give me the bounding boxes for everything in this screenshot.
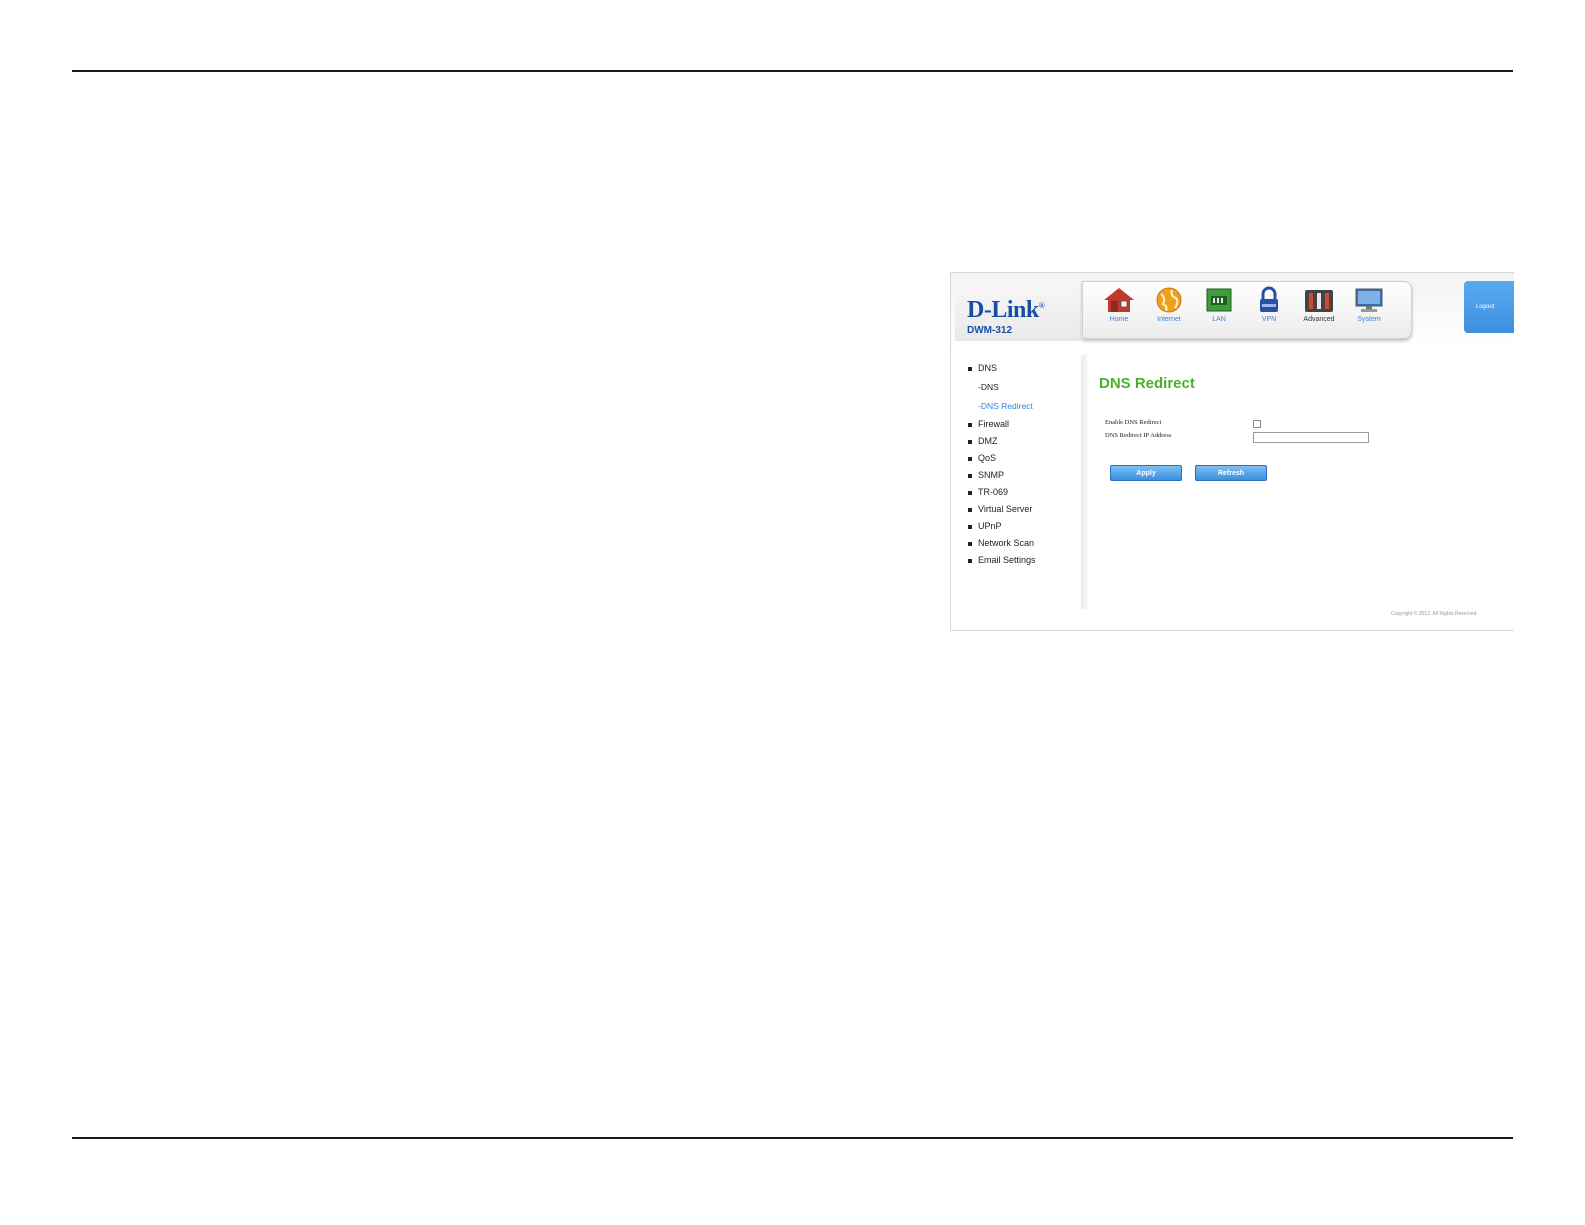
enable-dns-redirect-checkbox[interactable] — [1253, 420, 1261, 428]
enable-dns-redirect-label: Enable DNS Redirect — [1105, 419, 1162, 426]
logout-label: Logout — [1476, 304, 1495, 310]
nav-lan-label: LAN — [1212, 316, 1226, 323]
sidebar-item-firewall[interactable]: Firewall — [968, 419, 1009, 429]
bullet-icon — [968, 473, 972, 478]
sidebar-item-tr069[interactable]: TR-069 — [968, 487, 1008, 497]
copyright-text: Copyright © 2012. All Rights Reserved — [1391, 611, 1477, 617]
tools-icon — [1305, 290, 1333, 312]
globe-icon — [1156, 287, 1182, 313]
main-content: DNS Redirect Enable DNS Redirect DNS Red… — [1081, 353, 1514, 609]
nav-home-label: Home — [1109, 316, 1129, 323]
nav-lan[interactable]: LAN — [1197, 286, 1241, 334]
bullet-icon — [968, 541, 972, 546]
router-web-ui: D-Link® DWM-312 Home Internet LAN VPN Ad… — [950, 272, 1514, 631]
bullet-icon — [968, 456, 972, 461]
monitor-icon — [1355, 288, 1383, 312]
top-rule — [72, 70, 1513, 72]
apply-button[interactable]: Apply — [1110, 465, 1182, 481]
home-icon — [1104, 288, 1134, 312]
sidebar-sub-dns-redirect[interactable]: -DNS Redirect — [978, 401, 1033, 411]
lan-icon — [1206, 288, 1232, 312]
nav-system[interactable]: System — [1347, 286, 1391, 334]
bullet-icon — [968, 439, 972, 444]
dns-redirect-ip-label: DNS Redirect IP Address — [1105, 432, 1172, 439]
nav-internet-label: Internet — [1157, 316, 1181, 323]
bullet-icon — [968, 507, 972, 512]
sidebar-item-email-settings[interactable]: Email Settings — [968, 555, 1036, 565]
sidebar-item-network-scan[interactable]: Network Scan — [968, 538, 1034, 548]
dns-redirect-ip-input[interactable] — [1253, 432, 1369, 443]
logout-button[interactable]: Logout — [1464, 281, 1514, 333]
sidebar-item-dns[interactable]: DNS — [968, 363, 997, 373]
nav-advanced[interactable]: Advanced — [1297, 286, 1341, 334]
nav-vpn-label: VPN — [1261, 316, 1277, 323]
model-name: DWM-312 — [967, 325, 1013, 336]
page-title: DNS Redirect — [1099, 375, 1195, 392]
bullet-icon — [968, 558, 972, 563]
sidebar-item-qos[interactable]: QoS — [968, 453, 996, 463]
nav-advanced-label: Advanced — [1303, 316, 1335, 323]
nav-system-label: System — [1357, 316, 1381, 323]
top-nav: Home Internet LAN VPN Advanced System — [1082, 281, 1412, 339]
brand-panel: D-Link® DWM-312 — [955, 281, 1081, 341]
bottom-rule — [72, 1137, 1513, 1139]
bullet-icon — [968, 490, 972, 495]
bullet-icon — [968, 366, 972, 371]
lock-icon — [1260, 286, 1278, 312]
sidebar-menu: DNS -DNS -DNS Redirect Firewall DMZ QoS … — [951, 359, 1081, 619]
sidebar-item-dmz[interactable]: DMZ — [968, 436, 998, 446]
nav-internet[interactable]: Internet — [1147, 286, 1191, 334]
bullet-icon — [968, 422, 972, 427]
sidebar-sub-dns[interactable]: -DNS — [978, 382, 999, 392]
sidebar-item-virtual-server[interactable]: Virtual Server — [968, 504, 1032, 514]
nav-home[interactable]: Home — [1097, 286, 1141, 334]
sidebar-item-snmp[interactable]: SNMP — [968, 470, 1004, 480]
bullet-icon — [968, 524, 972, 529]
refresh-button[interactable]: Refresh — [1195, 465, 1267, 481]
nav-vpn[interactable]: VPN — [1247, 286, 1291, 334]
sidebar-item-upnp[interactable]: UPnP — [968, 521, 1002, 531]
dlink-logo: D-Link® — [967, 297, 1045, 323]
